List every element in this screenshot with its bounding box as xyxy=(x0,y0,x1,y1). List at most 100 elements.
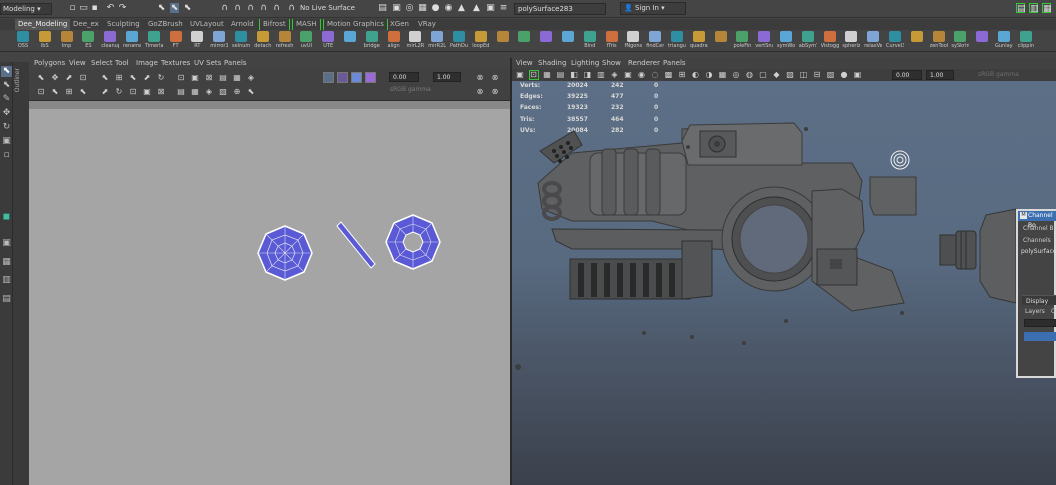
uv-tool-icon[interactable]: ✥ xyxy=(51,74,59,82)
tab-motion-graphics[interactable]: Motion Graphics xyxy=(323,19,388,30)
shelf-button-blnd[interactable]: Blnd xyxy=(581,31,599,52)
shelf-button-absymt[interactable]: abSymT xyxy=(799,31,817,52)
last-tool-icon[interactable]: ▫ xyxy=(1,150,12,161)
select-hierarchy-icon[interactable]: ⬉ xyxy=(157,3,166,13)
scale-tool-icon[interactable]: ▣ xyxy=(1,136,12,147)
tab-xgen[interactable]: XGen xyxy=(390,19,409,30)
viewport-tool-icon[interactable]: ▦ xyxy=(719,71,727,79)
viewport-tool-icon[interactable]: ◍ xyxy=(746,71,754,79)
ipr-render-icon[interactable]: ▦ xyxy=(418,3,427,13)
shelf-button-timerla[interactable]: Timerla xyxy=(145,31,163,52)
layer-row[interactable] xyxy=(1024,332,1056,341)
shelf-button-oss[interactable]: OSS xyxy=(14,31,32,52)
uv-tool-icon[interactable]: ⊠ xyxy=(157,88,165,96)
lasso-tool-icon[interactable]: ⬉ xyxy=(1,80,12,91)
tab-bifrost[interactable]: Bifrost xyxy=(259,19,290,30)
save-scene-icon[interactable]: ▪ xyxy=(90,3,99,13)
channels-menu[interactable]: Channels xyxy=(1023,237,1051,244)
shelf-button-ute[interactable]: UTE xyxy=(319,31,337,52)
snap-surface-icon[interactable]: ∩ xyxy=(272,3,281,13)
tab-arnold[interactable]: Arnold xyxy=(231,19,254,30)
uv-display-toggle-icon[interactable] xyxy=(351,72,362,83)
shelf-button-curvel3[interactable]: Curvel3 xyxy=(886,31,904,52)
uv-tool-icon[interactable]: ⊡ xyxy=(79,74,87,82)
uv-tool-icon[interactable]: ⬉ xyxy=(51,88,59,96)
vp-menu-lighting[interactable]: Lighting xyxy=(571,58,599,69)
uv-tool-icon[interactable]: ▣ xyxy=(143,88,151,96)
vray-settings-icon[interactable]: ≡ xyxy=(499,3,508,13)
uv-tool-icon[interactable]: ▣ xyxy=(191,74,199,82)
rotate-tool-icon[interactable]: ↻ xyxy=(1,122,12,133)
shelf-button-detach[interactable]: detach xyxy=(254,31,272,52)
shelf-button-mirror1[interactable]: mirror1 xyxy=(210,31,228,52)
shelf-button-looped[interactable]: loopEd xyxy=(472,31,490,52)
uv-shells[interactable] xyxy=(29,101,510,485)
uv-menu-select[interactable]: Select xyxy=(91,58,113,69)
arnold-render-icon[interactable]: ▲ xyxy=(457,3,466,13)
shelf-button-pathdu[interactable]: PathDu xyxy=(450,31,468,52)
shelf-button-lbs[interactable]: lbS xyxy=(36,31,54,52)
shelf-button-bridge[interactable]: bridge xyxy=(363,31,381,52)
uv-exposure-field[interactable]: 0.00 xyxy=(389,72,419,82)
viewport-tool-icon[interactable]: ⊟ xyxy=(813,71,821,79)
uv-tool-icon[interactable]: ⬈ xyxy=(143,74,151,82)
shelf-button-cleanup[interactable]: cleanup xyxy=(101,31,119,52)
uv-editor-viewport[interactable] xyxy=(29,101,510,485)
options-menu[interactable]: O xyxy=(1051,308,1056,315)
select-object-icon[interactable]: ⬉ xyxy=(170,3,179,13)
viewport-tool-icon[interactable]: ◌ xyxy=(651,71,659,79)
snap-curve-icon[interactable]: ∩ xyxy=(233,3,242,13)
uv-display-toggle-icon[interactable] xyxy=(337,72,348,83)
shelf-button-quadra[interactable]: quadra xyxy=(690,31,708,52)
uv-frame-icon[interactable]: ⊗ xyxy=(476,88,484,96)
uv-tool-icon[interactable]: ⊡ xyxy=(177,74,185,82)
viewport-tool-icon[interactable]: ▥ xyxy=(597,71,605,79)
viewport-tool-icon[interactable]: ▩ xyxy=(665,71,673,79)
viewport-tool-icon[interactable]: ▨ xyxy=(786,71,794,79)
shelf-button-rt[interactable]: RT xyxy=(188,31,206,52)
viewport-tool-icon[interactable]: ▧ xyxy=(827,71,835,79)
uv-tool-icon[interactable]: ⬉ xyxy=(247,88,255,96)
shelf-button-fngons[interactable]: fNgons xyxy=(624,31,642,52)
vp-menu-shading[interactable]: Shading xyxy=(538,58,566,69)
vp-menu-renderer[interactable]: Renderer xyxy=(628,58,660,69)
uv-display-toggle-icon[interactable] xyxy=(323,72,334,83)
uv-menu-view[interactable]: View xyxy=(69,58,86,69)
shelf-button-syskrin[interactable]: sySkrin xyxy=(951,31,969,52)
uv-tool-icon[interactable]: ↻ xyxy=(115,88,123,96)
select-tool-icon[interactable]: ⬉ xyxy=(1,66,12,77)
snap-point-icon[interactable]: ∩ xyxy=(246,3,255,13)
tab-mash[interactable]: MASH xyxy=(292,19,321,30)
viewport-tool-icon[interactable]: ◫ xyxy=(800,71,808,79)
viewport-tool-icon[interactable]: ● xyxy=(840,71,848,79)
shelf-button-vistogg[interactable]: Vistogg xyxy=(821,31,839,52)
single-pane-icon[interactable]: ▣ xyxy=(1,238,12,249)
uv-close-icon[interactable]: ⊗ xyxy=(476,74,484,82)
viewport-tool-icon[interactable]: ▣ xyxy=(854,71,862,79)
vp-menu-show[interactable]: Show xyxy=(602,58,621,69)
channel-box-toggle-icon[interactable]: ▦ xyxy=(1042,3,1052,14)
uv-tool-icon[interactable]: ↻ xyxy=(157,74,165,82)
select-component-icon[interactable]: ⬉ xyxy=(183,3,192,13)
outliner-pane-icon[interactable]: ▤ xyxy=(1,294,12,305)
shelf-button-spheriz[interactable]: spheriz xyxy=(842,31,860,52)
snap-view-icon[interactable]: ∩ xyxy=(259,3,268,13)
uv-tool-icon[interactable]: ⊞ xyxy=(115,74,123,82)
viewport-tool-icon[interactable]: ▤ xyxy=(557,71,565,79)
uv-menu-tool[interactable]: Tool xyxy=(115,58,129,69)
shelf-button-mirl2r[interactable]: mirL2R xyxy=(406,31,424,52)
shelf-button-ftris[interactable]: fTris xyxy=(603,31,621,52)
tab-gozbrush[interactable]: GoZBrush xyxy=(148,19,183,30)
shelf-button-icon-15[interactable] xyxy=(341,31,359,52)
uv-tool-icon[interactable]: ⊠ xyxy=(205,74,213,82)
viewport-tool-icon[interactable]: ▢ xyxy=(759,71,767,79)
uv-gamma-field[interactable]: 1.00 xyxy=(433,72,461,82)
uv-menu-textures[interactable]: Textures xyxy=(161,58,190,69)
viewport-tool-icon[interactable]: ⊡ xyxy=(528,70,539,80)
uv-display-toggle-icon[interactable] xyxy=(365,72,376,83)
uv-tool-icon[interactable]: ⬈ xyxy=(101,88,109,96)
shelf-button-icon-22[interactable] xyxy=(494,31,512,52)
layers-menu[interactable]: Layers xyxy=(1025,308,1045,315)
shelf-button-vertsna[interactable]: vertSna xyxy=(755,31,773,52)
layout-icon[interactable]: ▤ xyxy=(1016,3,1026,14)
